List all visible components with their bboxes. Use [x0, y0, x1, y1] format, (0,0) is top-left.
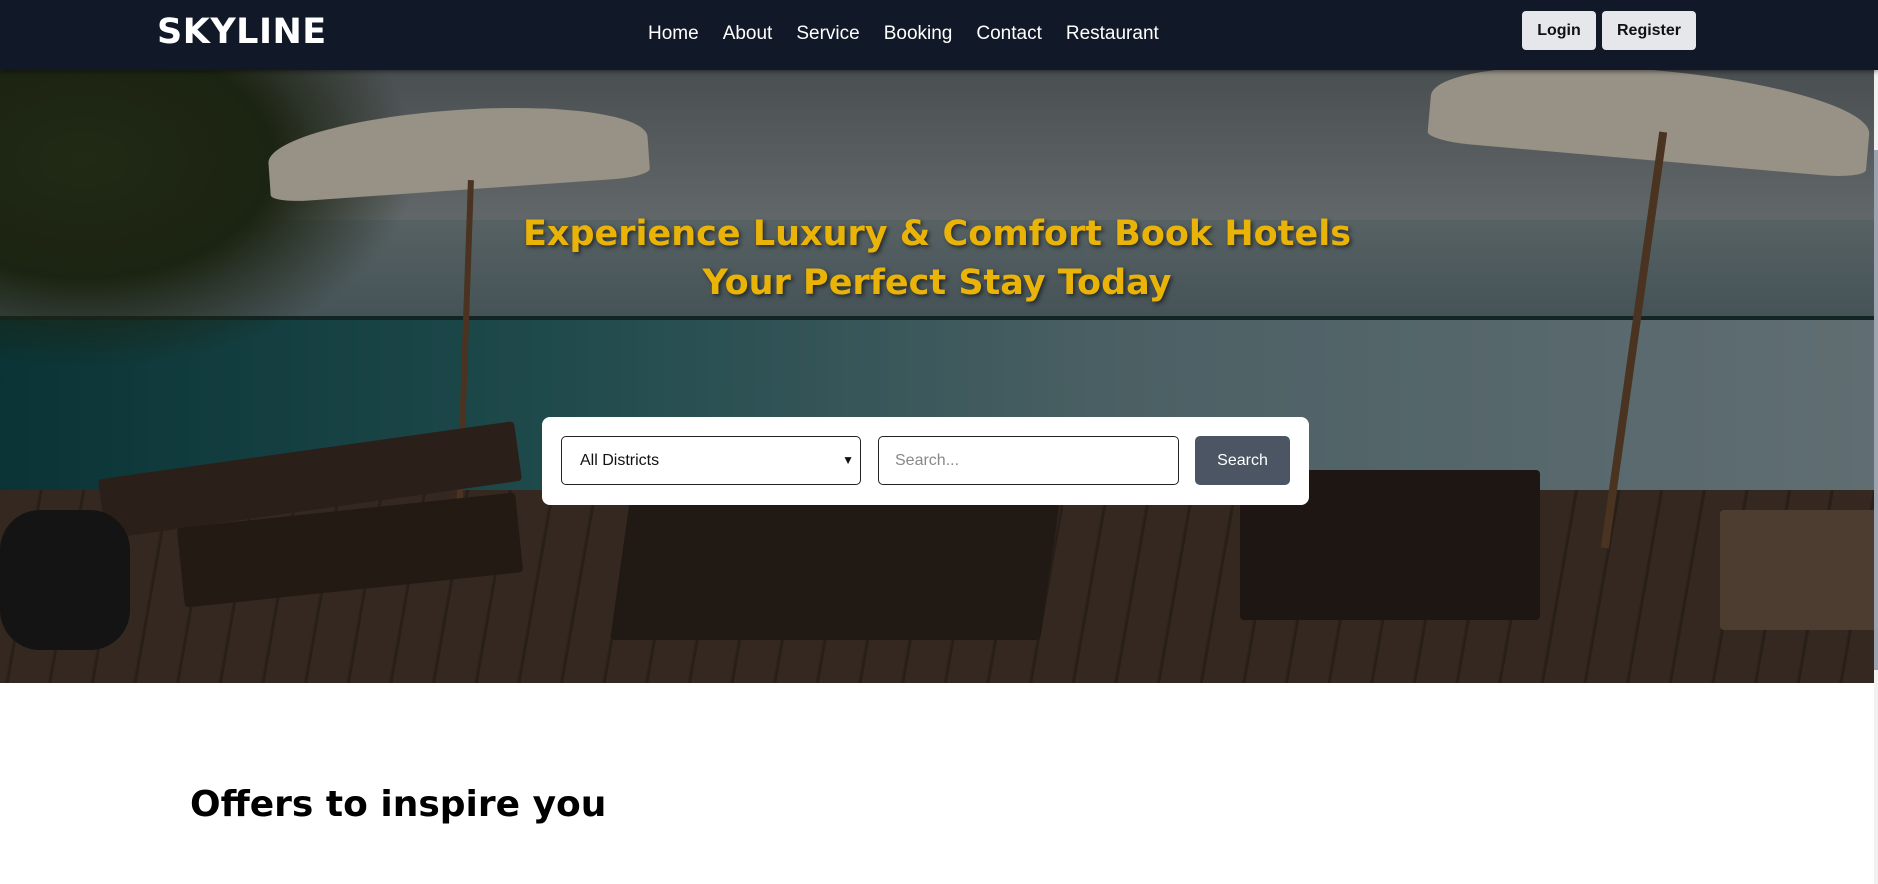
hero-headline-line1: Experience Luxury & Comfort Book Hotels	[522, 214, 1352, 254]
auth-buttons: Login Register	[1522, 11, 1696, 50]
nav-link-service[interactable]: Service	[796, 19, 859, 49]
chevron-down-icon: ▼	[842, 453, 854, 467]
search-button[interactable]: Search	[1195, 436, 1290, 485]
offers-section-title: Offers to inspire you	[190, 784, 607, 825]
nav-link-about[interactable]: About	[723, 19, 773, 49]
nav-link-restaurant[interactable]: Restaurant	[1066, 19, 1159, 49]
nav-link-booking[interactable]: Booking	[884, 19, 953, 49]
search-input[interactable]	[878, 436, 1179, 485]
hero-headline: Experience Luxury & Comfort Book Hotels …	[0, 210, 1874, 308]
top-navbar: SKYLINE Home About Service Booking Conta…	[0, 0, 1878, 70]
register-button[interactable]: Register	[1602, 11, 1696, 50]
hero-section: Experience Luxury & Comfort Book Hotels …	[0, 70, 1874, 683]
nav-link-contact[interactable]: Contact	[976, 19, 1041, 49]
login-button[interactable]: Login	[1522, 11, 1596, 50]
hero-background-image	[0, 70, 1874, 683]
hotel-search-panel: All Districts ▼ Search	[542, 417, 1309, 505]
brand-logo[interactable]: SKYLINE	[157, 10, 327, 54]
district-select[interactable]: All Districts ▼	[561, 436, 861, 485]
hero-headline-line2: Your Perfect Stay Today	[702, 263, 1172, 303]
nav-link-home[interactable]: Home	[648, 19, 699, 49]
page-scrollbar-thumb[interactable]	[1874, 150, 1878, 670]
main-nav: Home About Service Booking Contact Resta…	[648, 19, 1183, 49]
district-select-value: All Districts	[580, 452, 660, 469]
